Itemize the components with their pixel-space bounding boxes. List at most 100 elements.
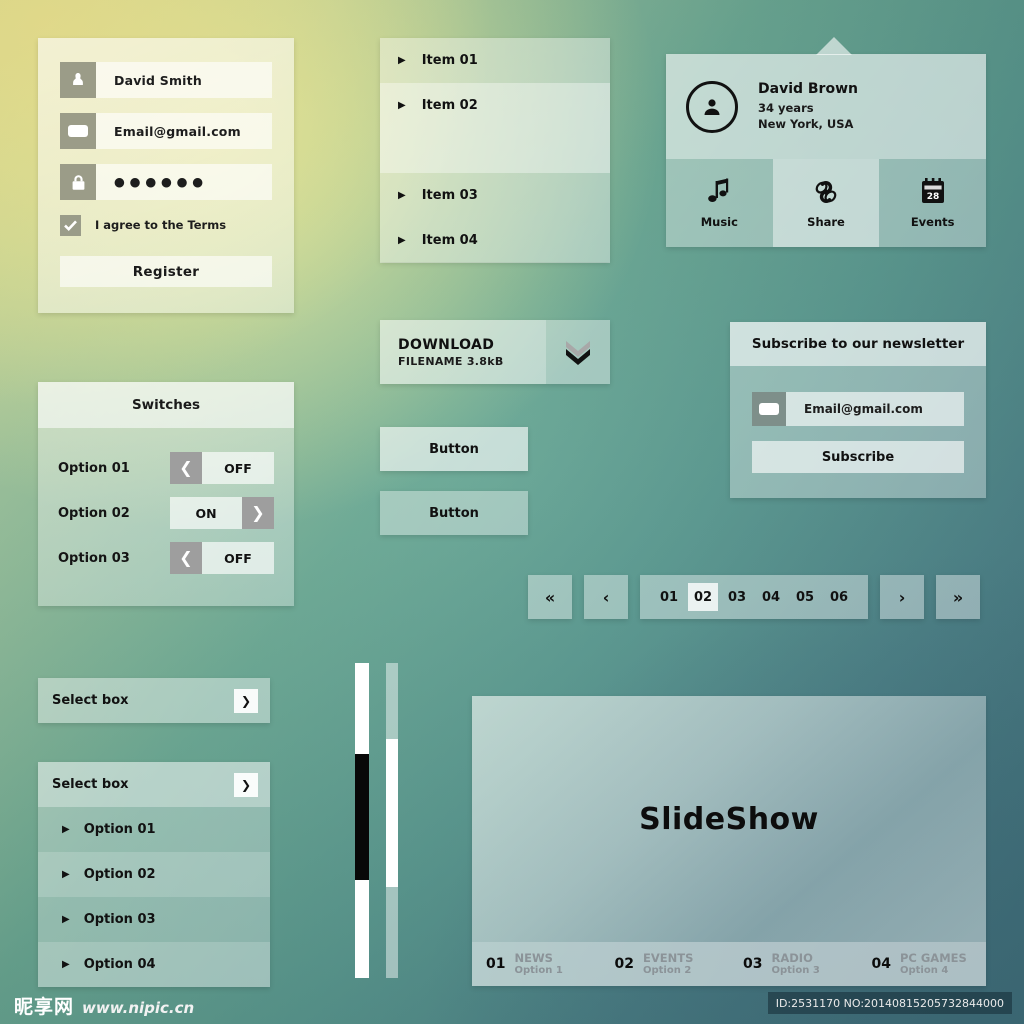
triangle-right-icon: ▶ [62, 913, 70, 925]
switch-toggle-1[interactable]: ❮ OFF [170, 452, 274, 484]
switch-state-1: OFF [224, 460, 252, 476]
email-field-row[interactable]: Email@gmail.com [60, 113, 272, 149]
switches-panel: Switches Option 01 ❮ OFF Option 02 ON ❯ … [38, 382, 294, 606]
terms-label: I agree to the Terms [95, 218, 227, 232]
slideshow-stage[interactable]: SlideShow [472, 696, 986, 942]
profile-action-label-events: Events [910, 215, 955, 229]
primary-button[interactable]: Button [380, 427, 528, 471]
switch-row-2: Option 02 ON ❯ [58, 497, 274, 529]
slideshow-thumb-sub-3: Option 3 [771, 964, 820, 976]
password-input[interactable]: ● ● ● ● ● ● [96, 164, 272, 200]
name-input[interactable]: David Smith [96, 62, 272, 98]
chevron-down-icon[interactable]: ❯ [234, 772, 258, 797]
watermark-id-text: ID:2531170 NO:20140815205732844000 [767, 992, 1012, 1014]
slideshow-thumb-text-2: EVENTS Option 2 [643, 951, 693, 978]
name-field-row[interactable]: David Smith [60, 62, 272, 98]
newsletter-email-row[interactable]: Email@gmail.com [752, 392, 964, 426]
slideshow-title: SlideShow [639, 801, 819, 837]
pagination-page-4[interactable]: 04 [756, 583, 786, 611]
scrollbar-light[interactable] [386, 663, 398, 978]
switch-toggle-3[interactable]: ❮ OFF [170, 542, 274, 574]
pagination-next-button[interactable]: › [880, 575, 924, 619]
download-widget[interactable]: DOWNLOAD FILENAME 3.8kB [380, 320, 610, 384]
slideshow-thumb-title-3: RADIO [771, 950, 813, 965]
pagination-page-1[interactable]: 01 [654, 583, 684, 611]
select-option-2[interactable]: ▶ Option 02 [38, 852, 270, 897]
chain-link-icon [811, 177, 841, 207]
slideshow-thumb-num-3: 03 [743, 956, 763, 972]
profile-action-music[interactable]: Music [666, 159, 773, 247]
pagination-page-5[interactable]: 05 [790, 583, 820, 611]
item-list-label-1: Item 01 [421, 53, 478, 68]
calendar-icon: 28 [919, 177, 947, 207]
profile-actions: Music Share 28 Events [666, 159, 986, 247]
item-list-label-4: Item 04 [421, 233, 478, 248]
double-chevron-down-icon [563, 338, 593, 366]
chevron-down-icon[interactable]: ❯ [234, 688, 258, 713]
profile-action-share[interactable]: Share [772, 159, 880, 247]
slideshow-thumb-4[interactable]: 04 PC GAMES Option 4 [858, 951, 987, 978]
item-list-row-4[interactable]: ▶ Item 04 [380, 218, 610, 263]
password-field-row[interactable]: ● ● ● ● ● ● [60, 164, 272, 200]
slideshow-thumb-num-1: 01 [486, 956, 506, 972]
pagination-page-6[interactable]: 06 [824, 583, 854, 611]
item-list-row-1[interactable]: ▶ Item 01 [380, 38, 610, 83]
select-option-3[interactable]: ▶ Option 03 [38, 897, 270, 942]
item-list-row-3[interactable]: ▶ Item 03 [380, 173, 610, 218]
slideshow-thumb-sub-4: Option 4 [899, 964, 949, 976]
pagination-page-3[interactable]: 03 [722, 583, 752, 611]
lock-icon [60, 164, 96, 200]
select-option-label-3: Option 03 [83, 912, 156, 927]
slideshow-thumb-1[interactable]: 01 NEWS Option 1 [472, 951, 601, 978]
scrollbar-dark-thumb[interactable] [355, 754, 369, 881]
pagination-first-button[interactable]: « [528, 575, 572, 619]
register-button[interactable]: Register [60, 256, 272, 287]
pagination-last-button[interactable]: » [936, 575, 980, 619]
terms-checkbox-row[interactable]: I agree to the Terms [60, 214, 272, 236]
download-button[interactable] [546, 320, 610, 384]
slideshow-thumb-sub-1: Option 1 [514, 964, 563, 976]
triangle-right-icon: ▶ [398, 54, 406, 66]
secondary-button[interactable]: Button [380, 491, 528, 535]
slideshow-thumb-sub-2: Option 2 [642, 964, 692, 976]
switch-label-1: Option 01 [58, 460, 130, 476]
select-option-4[interactable]: ▶ Option 04 [38, 942, 270, 987]
select-box-collapsed[interactable]: Select box ❯ [38, 678, 270, 723]
switch-state-2: ON [195, 505, 217, 521]
slideshow-widget: SlideShow 01 NEWS Option 1 02 EVENTS Opt… [472, 696, 986, 986]
watermark-url: www.nipic.cn [82, 999, 195, 1017]
checkbox-checked-icon[interactable] [60, 214, 81, 236]
scrollbar-light-thumb[interactable] [386, 738, 398, 887]
music-note-icon [706, 177, 732, 207]
switch-toggle-2[interactable]: ON ❯ [170, 497, 274, 529]
newsletter-email-input[interactable]: Email@gmail.com [786, 392, 964, 426]
pagination-page-2[interactable]: 02 [688, 583, 718, 611]
download-text-area: DOWNLOAD FILENAME 3.8kB [380, 320, 546, 384]
newsletter-title: Subscribe to our newsletter [730, 322, 986, 366]
slideshow-thumb-text-3: RADIO Option 3 [771, 951, 819, 978]
switches-title: Switches [38, 382, 294, 428]
tooltip-pointer [816, 37, 852, 55]
pagination-numbers: 01 02 03 04 05 06 [640, 575, 868, 619]
pagination-bar: « ‹ 01 02 03 04 05 06 › » [528, 575, 980, 619]
select-option-1[interactable]: ▶ Option 01 [38, 807, 270, 852]
slideshow-thumb-2[interactable]: 02 EVENTS Option 2 [601, 951, 730, 978]
select-collapsed-header[interactable]: Select box ❯ [38, 678, 270, 723]
watermark-logo: 昵享网 www.nipic.cn [14, 992, 194, 1019]
scrollbar-dark[interactable] [355, 663, 369, 978]
slideshow-thumb-3[interactable]: 03 RADIO Option 3 [729, 951, 858, 978]
pagination-prev-button[interactable]: ‹ [584, 575, 628, 619]
profile-action-label-share: Share [807, 215, 845, 229]
item-list-label-3: Item 03 [421, 188, 478, 203]
slideshow-thumb-text-1: NEWS Option 1 [514, 951, 562, 978]
user-avatar-icon [686, 80, 738, 133]
item-list-row-2[interactable]: ▶ Item 02 [380, 83, 610, 128]
triangle-right-icon: ▶ [398, 189, 406, 201]
select-option-label-1: Option 01 [83, 822, 156, 837]
email-input[interactable]: Email@gmail.com [96, 113, 272, 149]
envelope-icon [752, 392, 786, 426]
watermark-logo-text: 昵享网 [14, 996, 75, 1018]
profile-action-events[interactable]: 28 Events [879, 159, 986, 247]
subscribe-button[interactable]: Subscribe [752, 441, 964, 473]
select-expanded-header[interactable]: Select box ❯ [38, 762, 270, 807]
